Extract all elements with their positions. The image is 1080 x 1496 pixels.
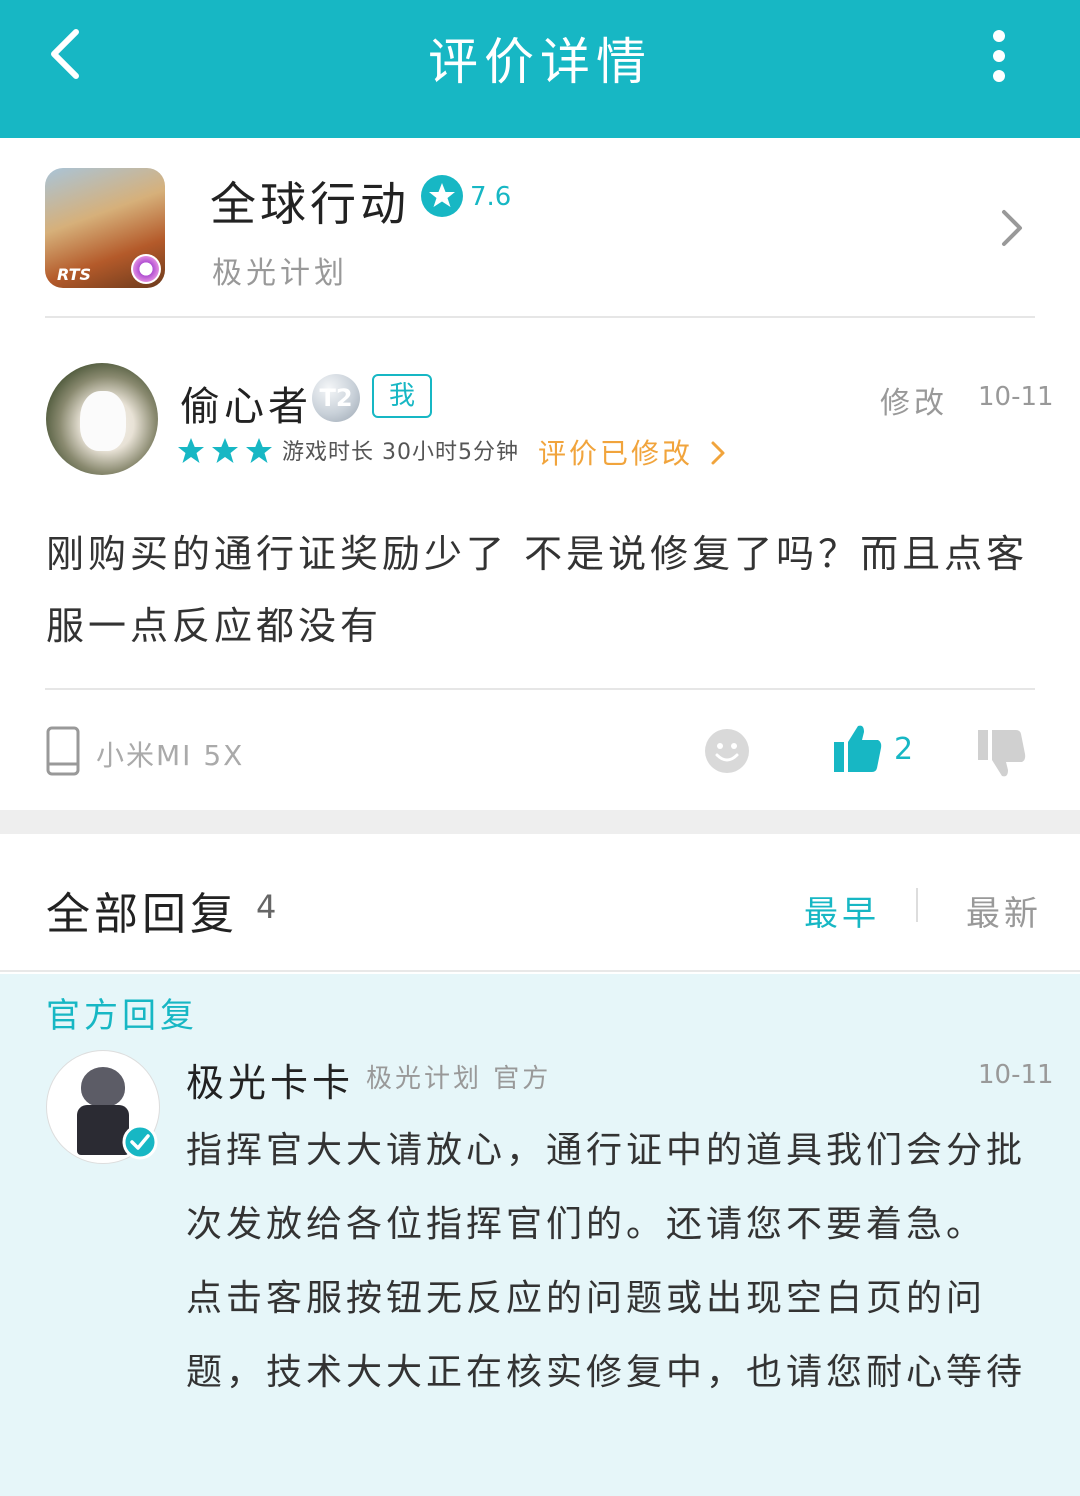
official-org: 极光计划 官方 xyxy=(366,1064,552,1094)
phone-icon xyxy=(46,726,80,776)
game-name: 全球行动 xyxy=(210,177,410,231)
divider xyxy=(45,316,1035,318)
divider xyxy=(45,688,1035,690)
like-count: 2 xyxy=(894,732,914,767)
game-icon: RTS xyxy=(45,168,165,288)
section-gap xyxy=(0,810,1080,834)
page-title: 评价详情 xyxy=(428,33,652,91)
official-reply-text: 指挥官大大请放心，通行证中的道具我们会分批次发放给各位指挥官们的。还请您不要着急… xyxy=(186,1130,1027,1393)
chevron-right-icon xyxy=(711,441,725,465)
user-name[interactable]: 偷心者 xyxy=(180,374,312,432)
edit-button[interactable]: 修改 xyxy=(880,378,948,422)
husky-head xyxy=(81,1067,125,1107)
dog-image xyxy=(80,391,126,451)
review-modified-label: 评价已修改 xyxy=(538,437,694,470)
level-badge: T2 xyxy=(312,374,360,422)
game-score: 7.6 xyxy=(470,182,512,212)
more-options-icon[interactable] xyxy=(975,26,1023,86)
star-icon xyxy=(178,438,204,463)
game-card[interactable]: RTS 全球行动 7.6 极光计划 xyxy=(0,138,1080,318)
top-app-bar: 评价详情 xyxy=(0,0,1080,138)
game-developer: 极光计划 xyxy=(212,256,348,291)
rating-stars xyxy=(176,436,274,468)
verified-badge-icon xyxy=(122,1124,158,1160)
official-reply: 官方回复 极光卡卡 极光计划 官方 10-11 指挥官大大请放心，通行证中的道具… xyxy=(0,974,1080,1496)
replies-title: 全部回复 xyxy=(46,889,238,940)
score-star-icon xyxy=(421,175,463,217)
chevron-right-icon[interactable] xyxy=(996,208,1028,248)
user-avatar[interactable] xyxy=(46,363,158,475)
official-date: 10-11 xyxy=(978,1060,1054,1090)
divider xyxy=(0,970,1080,972)
thumbs-down-icon[interactable] xyxy=(976,728,1028,780)
review-date: 10-11 xyxy=(978,382,1054,412)
playtime: 游戏时长 30小时5分钟 xyxy=(282,440,519,465)
thumbs-up-icon[interactable] xyxy=(832,722,884,774)
device-name: 小米MI 5X xyxy=(96,739,245,772)
game-icon-label: RTS xyxy=(57,265,92,284)
star-icon xyxy=(246,438,272,463)
review-modified-link[interactable]: 评价已修改 xyxy=(538,432,727,472)
publisher-badge-icon xyxy=(131,254,161,284)
me-tag: 我 xyxy=(372,374,432,418)
sort-separator xyxy=(916,888,918,922)
star-icon xyxy=(212,438,238,463)
review-text: 刚购买的通行证奖励少了 不是说修复了吗？而且点客服一点反应都没有 xyxy=(46,532,1029,648)
official-reply-label: 官方回复 xyxy=(46,996,198,1036)
official-name[interactable]: 极光卡卡 xyxy=(186,1052,354,1107)
emoji-icon[interactable] xyxy=(704,728,750,774)
replies-header: 全部回复 4 最早 最新 xyxy=(0,834,1080,972)
sort-earliest-tab[interactable]: 最早 xyxy=(804,886,880,935)
sort-latest-tab[interactable]: 最新 xyxy=(966,886,1042,935)
replies-count: 4 xyxy=(256,888,277,926)
